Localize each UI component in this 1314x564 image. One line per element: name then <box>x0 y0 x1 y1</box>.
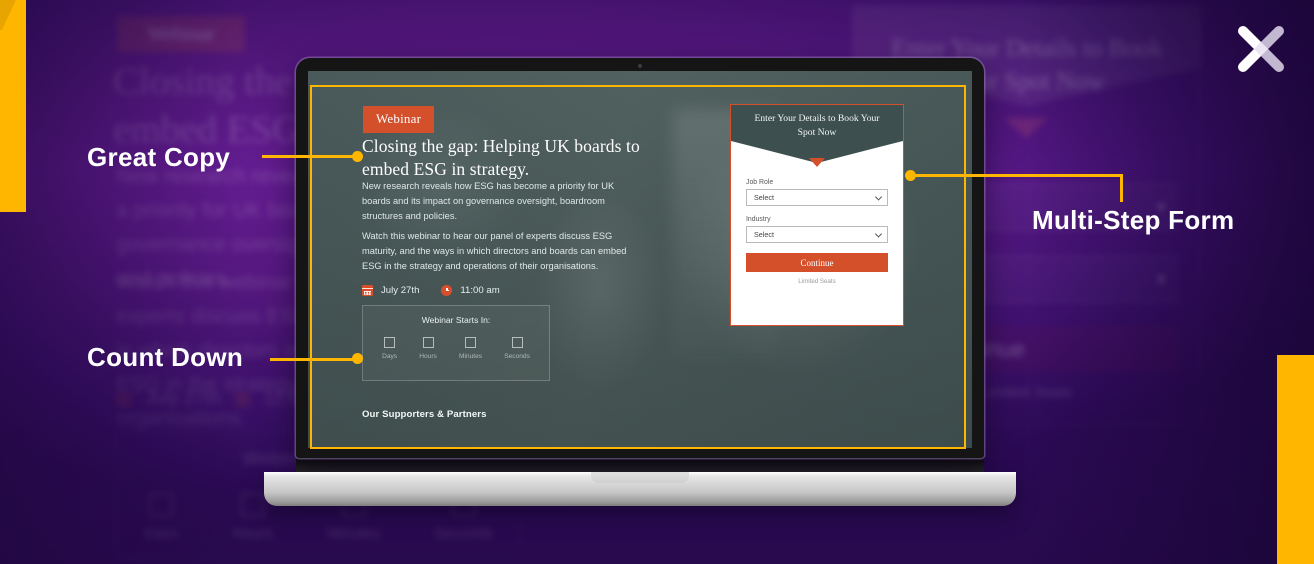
laptop-screen: Webinar Closing the gap: Helping UK boar… <box>308 71 972 448</box>
webinar-datetime-row: July 27th 11:00 am <box>362 285 500 296</box>
countdown-unit-minutes: Minutes <box>459 337 482 360</box>
laptop-lid: Webinar Closing the gap: Helping UK boar… <box>296 58 984 458</box>
countdown-unit-days: Days <box>382 337 397 360</box>
callout-leader-multi-step-form-vertical <box>1120 174 1123 202</box>
countdown-value-seconds <box>511 337 523 348</box>
accent-bar-top-left <box>0 0 26 212</box>
callout-dot-great-copy <box>352 151 363 162</box>
job-role-value: Select <box>754 193 774 202</box>
callout-label-multi-step-form: Multi-Step Form <box>1032 205 1235 235</box>
callout-label-count-down: Count Down <box>87 342 244 372</box>
countdown-label-days: Days <box>382 353 398 360</box>
industry-value: Select <box>754 230 774 239</box>
callout-leader-great-copy <box>262 155 354 158</box>
webinar-time: 11:00 am <box>460 285 500 296</box>
laptop-base <box>264 472 1016 506</box>
industry-select[interactable]: Select <box>746 226 888 243</box>
countdown-value-minutes <box>465 337 477 348</box>
chevron-down-icon <box>874 192 883 201</box>
callout-dot-count-down <box>352 353 363 364</box>
supporters-heading: Our Supporters & Partners <box>362 409 487 420</box>
countdown-unit-hours: Hours <box>419 337 437 360</box>
laptop-base-notch <box>591 472 689 483</box>
countdown-label-seconds: Seconds <box>504 353 530 360</box>
page-paragraph-1: New research reveals how ESG has become … <box>362 181 615 222</box>
form-header: Enter Your Details to Book Your Spot Now <box>731 105 903 163</box>
page-paragraph-2: Watch this webinar to hear our panel of … <box>362 231 627 272</box>
countdown-label-hours: Hours <box>419 353 437 360</box>
form-header-title: Enter Your Details to Book Your Spot Now <box>754 113 880 138</box>
job-role-select[interactable]: Select <box>746 189 888 206</box>
screenshot-stage: Webinar Closing the gap: Helping UK boar… <box>0 0 1314 564</box>
job-role-label: Job Role <box>746 179 774 186</box>
x-logo[interactable] <box>1232 20 1290 78</box>
countdown-timer: Webinar Starts In: Days Hours Minutes Se… <box>362 305 550 381</box>
registration-form-card: Enter Your Details to Book Your Spot Now… <box>730 104 904 326</box>
countdown-value-hours <box>422 337 434 348</box>
countdown-unit-seconds: Seconds <box>504 337 530 360</box>
webinar-badge: Webinar <box>363 106 435 133</box>
calendar-icon <box>362 285 373 296</box>
triangle-down-icon <box>809 158 825 167</box>
webinar-landing-page: Webinar Closing the gap: Helping UK boar… <box>308 71 972 448</box>
countdown-label-minutes: Minutes <box>458 353 483 360</box>
continue-button[interactable]: Continue <box>746 253 888 272</box>
webinar-date: July 27th <box>381 285 420 296</box>
laptop-hinge <box>296 458 984 472</box>
callout-label-great-copy: Great Copy <box>87 142 231 172</box>
laptop-mockup: Webinar Closing the gap: Helping UK boar… <box>264 58 1016 506</box>
countdown-value-days <box>384 337 396 348</box>
chevron-down-icon <box>874 229 883 238</box>
callout-leader-multi-step-form-horizontal <box>913 174 1123 177</box>
page-headline: Closing the gap: Helping UK boards to em… <box>362 136 640 180</box>
clock-icon <box>441 285 453 296</box>
callout-leader-count-down <box>270 358 354 361</box>
webcam-icon <box>638 64 642 68</box>
accent-bar-bottom-right <box>1277 355 1314 564</box>
countdown-title: Webinar Starts In: <box>421 315 491 325</box>
limited-seats-note: Limited Seats <box>798 278 836 285</box>
industry-label: Industry <box>746 216 771 223</box>
